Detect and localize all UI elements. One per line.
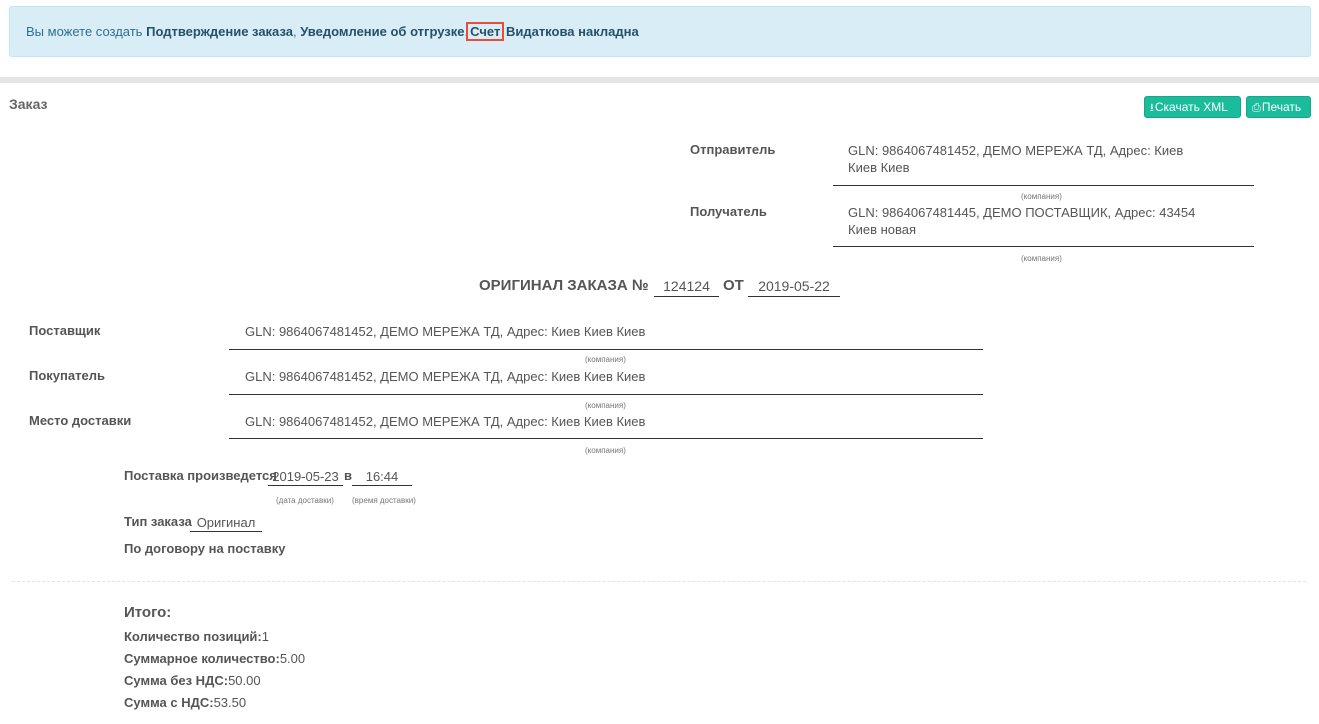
delivery-at-label: в	[344, 468, 352, 483]
download-xml-button[interactable]: ⭳Скачать XML	[1144, 96, 1241, 118]
delivery-date-label: Поставка произведется	[124, 468, 277, 483]
delivery-place-label: Место доставки	[29, 413, 132, 428]
alert-text: Вы можете создать Подтверждение заказа, …	[26, 22, 639, 41]
print-label: Печать	[1261, 100, 1302, 114]
buyer-underline	[229, 394, 983, 395]
totals-gross: Сумма с НДС:53.50	[124, 695, 246, 710]
order-type-label: Тип заказа	[124, 514, 192, 529]
supplier-value: GLN: 9864067481452, ДЕМО МЕРЕЖА ТД, Адре…	[245, 324, 646, 339]
quantity-value: 5.00	[279, 651, 306, 666]
sender-caption: (компания)	[1021, 192, 1062, 201]
section-divider	[0, 77, 1319, 83]
supplier-caption: (компания)	[585, 355, 626, 364]
panel-title: Заказ	[9, 96, 48, 112]
buyer-value: GLN: 9864067481452, ДЕМО МЕРЕЖА ТД, Адре…	[245, 369, 646, 384]
recipient-caption: (компания)	[1021, 254, 1062, 263]
print-button[interactable]: ⎙Печать	[1246, 96, 1311, 118]
buyer-caption: (компания)	[585, 401, 626, 410]
totals-quantity: Суммарное количество:5.00	[124, 651, 305, 666]
download-icon: ⭳	[1150, 102, 1154, 114]
order-number: 124124	[654, 277, 719, 297]
totals-positions: Количество позиций:1	[124, 629, 269, 644]
positions-value: 1	[261, 629, 269, 644]
link-order-confirmation[interactable]: Подтверждение заказа	[146, 24, 293, 39]
order-title-text: ОРИГИНАЛ ЗАКАЗА №	[479, 277, 649, 294]
recipient-underline	[833, 246, 1254, 247]
delivery-time-caption: (время доставки)	[352, 496, 416, 505]
net-value: 50.00	[228, 673, 261, 688]
link-shipment-notice[interactable]: Уведомление об отгрузке	[300, 24, 464, 39]
buyer-label: Покупатель	[29, 368, 105, 383]
totals-title: Итого:	[124, 604, 172, 621]
delivery-place-underline	[229, 438, 983, 439]
net-label: Сумма без НДС:	[124, 673, 229, 688]
quantity-label: Суммарное количество:	[124, 651, 280, 666]
create-documents-alert: Вы можете создать Подтверждение заказа, …	[9, 6, 1311, 57]
delivery-place-value: GLN: 9864067481452, ДЕМО МЕРЕЖА ТД, Адре…	[245, 414, 646, 429]
order-type-value: Оригинал	[190, 514, 262, 532]
delivery-date-caption: (дата доставки)	[276, 496, 334, 505]
delivery-place-caption: (компания)	[585, 446, 626, 455]
link-expense-waybill[interactable]: Видаткова накладна	[506, 24, 639, 39]
sender-value: GLN: 9864067481452, ДЕМО МЕРЕЖА ТД, Адре…	[848, 143, 1184, 175]
totals-net: Сумма без НДС:50.00	[124, 673, 261, 688]
order-from-label: ОТ	[723, 277, 744, 294]
recipient-label: Получатель	[690, 204, 767, 219]
positions-label: Количество позиций:	[124, 629, 262, 644]
delivery-label-text: Поставка произведется	[124, 468, 277, 483]
supplier-label: Поставщик	[29, 323, 101, 338]
print-icon: ⎙	[1252, 102, 1261, 114]
order-date: 2019-05-22	[748, 277, 840, 297]
delivery-time: 16:44	[352, 468, 412, 486]
contract-label: По договору на поставку	[124, 541, 286, 556]
sender-label: Отправитель	[690, 142, 776, 157]
link-invoice[interactable]: Счет	[466, 22, 505, 41]
alert-prefix: Вы можете создать	[26, 24, 143, 39]
recipient-value: GLN: 9864067481445, ДЕМО ПОСТАВЩИК, Адре…	[848, 205, 1196, 237]
download-xml-label: Скачать XML	[1154, 100, 1228, 114]
order-title: ОРИГИНАЛ ЗАКАЗА №	[479, 277, 649, 294]
supplier-underline	[229, 349, 983, 350]
sender-underline	[833, 185, 1254, 186]
delivery-date: 2019-05-23	[268, 468, 343, 486]
gross-value: 53.50	[213, 695, 247, 710]
totals-divider	[12, 581, 1306, 582]
gross-label: Сумма с НДС:	[124, 695, 214, 710]
